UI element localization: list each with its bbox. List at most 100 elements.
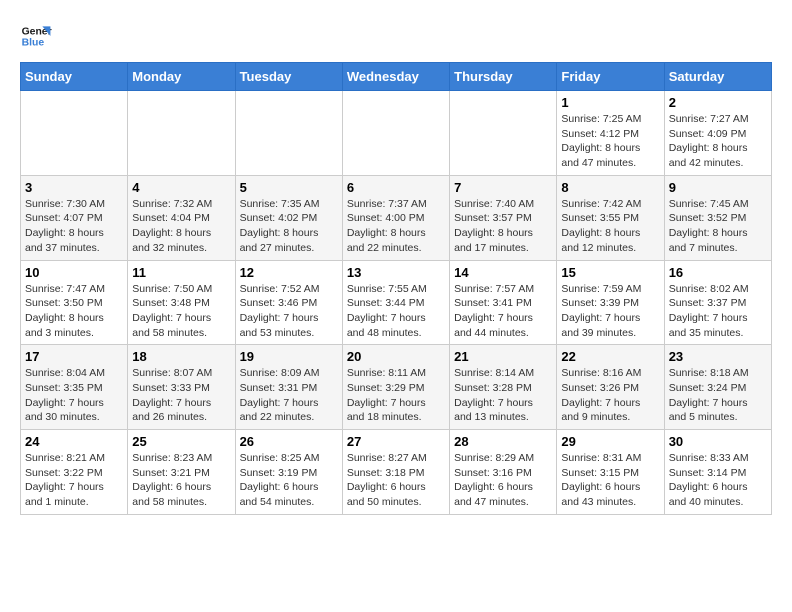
- calendar-table: SundayMondayTuesdayWednesdayThursdayFrid…: [20, 62, 772, 515]
- calendar-cell: 17 Sunrise: 8:04 AM Sunset: 3:35 PM Dayli…: [21, 345, 128, 430]
- day-number: 26: [240, 434, 338, 449]
- day-number: 15: [561, 265, 659, 280]
- day-number: 1: [561, 95, 659, 110]
- weekday-header-saturday: Saturday: [664, 63, 771, 91]
- calendar-cell: 14 Sunrise: 7:57 AM Sunset: 3:41 PM Dayli…: [450, 260, 557, 345]
- calendar-cell: 24 Sunrise: 8:21 AM Sunset: 3:22 PM Dayli…: [21, 430, 128, 515]
- weekday-header-sunday: Sunday: [21, 63, 128, 91]
- day-number: 9: [669, 180, 767, 195]
- calendar-cell: 18 Sunrise: 8:07 AM Sunset: 3:33 PM Dayli…: [128, 345, 235, 430]
- day-info: Sunrise: 8:16 AM Sunset: 3:26 PM Dayligh…: [561, 366, 659, 425]
- day-number: 27: [347, 434, 445, 449]
- calendar-cell: 11 Sunrise: 7:50 AM Sunset: 3:48 PM Dayli…: [128, 260, 235, 345]
- calendar-cell: 26 Sunrise: 8:25 AM Sunset: 3:19 PM Dayli…: [235, 430, 342, 515]
- logo: General Blue: [20, 20, 60, 52]
- calendar-cell: 16 Sunrise: 8:02 AM Sunset: 3:37 PM Dayli…: [664, 260, 771, 345]
- calendar-cell: 27Sunrise: 8:27 AM Sunset: 3:18 PM Dayli…: [342, 430, 449, 515]
- calendar-cell: [342, 91, 449, 176]
- calendar-cell: [235, 91, 342, 176]
- day-number: 12: [240, 265, 338, 280]
- day-info: Sunrise: 7:45 AM Sunset: 3:52 PM Dayligh…: [669, 197, 767, 256]
- day-info: Sunrise: 8:29 AM Sunset: 3:16 PM Dayligh…: [454, 451, 552, 510]
- day-number: 16: [669, 265, 767, 280]
- weekday-header-wednesday: Wednesday: [342, 63, 449, 91]
- day-info: Sunrise: 8:21 AM Sunset: 3:22 PM Dayligh…: [25, 451, 123, 510]
- calendar-cell: 2 Sunrise: 7:27 AM Sunset: 4:09 PM Daylig…: [664, 91, 771, 176]
- weekday-header-monday: Monday: [128, 63, 235, 91]
- day-info: Sunrise: 8:07 AM Sunset: 3:33 PM Dayligh…: [132, 366, 230, 425]
- calendar-cell: [450, 91, 557, 176]
- day-number: 21: [454, 349, 552, 364]
- day-number: 20: [347, 349, 445, 364]
- day-number: 8: [561, 180, 659, 195]
- day-info: Sunrise: 8:09 AM Sunset: 3:31 PM Dayligh…: [240, 366, 338, 425]
- day-info: Sunrise: 8:14 AM Sunset: 3:28 PM Dayligh…: [454, 366, 552, 425]
- calendar-cell: 7 Sunrise: 7:40 AM Sunset: 3:57 PM Daylig…: [450, 175, 557, 260]
- day-info: Sunrise: 7:40 AM Sunset: 3:57 PM Dayligh…: [454, 197, 552, 256]
- day-info: Sunrise: 7:59 AM Sunset: 3:39 PM Dayligh…: [561, 282, 659, 341]
- calendar-cell: 30 Sunrise: 8:33 AM Sunset: 3:14 PM Dayli…: [664, 430, 771, 515]
- calendar-header-row: SundayMondayTuesdayWednesdayThursdayFrid…: [21, 63, 772, 91]
- calendar-cell: 22 Sunrise: 8:16 AM Sunset: 3:26 PM Dayli…: [557, 345, 664, 430]
- day-info: Sunrise: 7:25 AM Sunset: 4:12 PM Dayligh…: [561, 112, 659, 171]
- day-info: Sunrise: 8:23 AM Sunset: 3:21 PM Dayligh…: [132, 451, 230, 510]
- day-number: 24: [25, 434, 123, 449]
- header: General Blue: [20, 20, 772, 52]
- day-info: Sunrise: 7:35 AM Sunset: 4:02 PM Dayligh…: [240, 197, 338, 256]
- svg-text:Blue: Blue: [22, 38, 45, 49]
- day-number: 2: [669, 95, 767, 110]
- day-info: Sunrise: 7:57 AM Sunset: 3:41 PM Dayligh…: [454, 282, 552, 341]
- day-number: 4: [132, 180, 230, 195]
- day-info: Sunrise: 8:02 AM Sunset: 3:37 PM Dayligh…: [669, 282, 767, 341]
- day-info: Sunrise: 7:47 AM Sunset: 3:50 PM Dayligh…: [25, 282, 123, 341]
- day-number: 23: [669, 349, 767, 364]
- day-number: 3: [25, 180, 123, 195]
- day-info: Sunrise: 7:30 AM Sunset: 4:07 PM Dayligh…: [25, 197, 123, 256]
- day-number: 10: [25, 265, 123, 280]
- calendar-week-5: 24 Sunrise: 8:21 AM Sunset: 3:22 PM Dayli…: [21, 430, 772, 515]
- calendar-cell: 21 Sunrise: 8:14 AM Sunset: 3:28 PM Dayli…: [450, 345, 557, 430]
- day-number: 19: [240, 349, 338, 364]
- day-number: 11: [132, 265, 230, 280]
- day-info: Sunrise: 7:52 AM Sunset: 3:46 PM Dayligh…: [240, 282, 338, 341]
- day-number: 7: [454, 180, 552, 195]
- day-info: Sunrise: 7:37 AM Sunset: 4:00 PM Dayligh…: [347, 197, 445, 256]
- calendar-cell: 3 Sunrise: 7:30 AM Sunset: 4:07 PM Daylig…: [21, 175, 128, 260]
- day-info: Sunrise: 7:50 AM Sunset: 3:48 PM Dayligh…: [132, 282, 230, 341]
- day-info: Sunrise: 8:31 AM Sunset: 3:15 PM Dayligh…: [561, 451, 659, 510]
- weekday-header-friday: Friday: [557, 63, 664, 91]
- day-number: 17: [25, 349, 123, 364]
- calendar-cell: 5 Sunrise: 7:35 AM Sunset: 4:02 PM Daylig…: [235, 175, 342, 260]
- day-info: Sunrise: 8:04 AM Sunset: 3:35 PM Dayligh…: [25, 366, 123, 425]
- calendar-cell: 19 Sunrise: 8:09 AM Sunset: 3:31 PM Dayli…: [235, 345, 342, 430]
- day-info: Sunrise: 8:11 AM Sunset: 3:29 PM Dayligh…: [347, 366, 445, 425]
- calendar-cell: 25 Sunrise: 8:23 AM Sunset: 3:21 PM Dayli…: [128, 430, 235, 515]
- day-number: 25: [132, 434, 230, 449]
- day-info: Sunrise: 8:18 AM Sunset: 3:24 PM Dayligh…: [669, 366, 767, 425]
- day-info: Sunrise: 7:55 AM Sunset: 3:44 PM Dayligh…: [347, 282, 445, 341]
- calendar-cell: [21, 91, 128, 176]
- day-info: Sunrise: 7:27 AM Sunset: 4:09 PM Dayligh…: [669, 112, 767, 171]
- day-info: Sunrise: 8:25 AM Sunset: 3:19 PM Dayligh…: [240, 451, 338, 510]
- calendar-cell: 6 Sunrise: 7:37 AM Sunset: 4:00 PM Daylig…: [342, 175, 449, 260]
- day-number: 13: [347, 265, 445, 280]
- calendar-cell: 8 Sunrise: 7:42 AM Sunset: 3:55 PM Daylig…: [557, 175, 664, 260]
- day-number: 18: [132, 349, 230, 364]
- day-number: 22: [561, 349, 659, 364]
- calendar-cell: 20 Sunrise: 8:11 AM Sunset: 3:29 PM Dayli…: [342, 345, 449, 430]
- day-number: 28: [454, 434, 552, 449]
- day-number: 6: [347, 180, 445, 195]
- calendar-cell: 29Sunrise: 8:31 AM Sunset: 3:15 PM Dayli…: [557, 430, 664, 515]
- calendar-cell: 23 Sunrise: 8:18 AM Sunset: 3:24 PM Dayli…: [664, 345, 771, 430]
- calendar-cell: 12 Sunrise: 7:52 AM Sunset: 3:46 PM Dayli…: [235, 260, 342, 345]
- calendar-week-2: 3 Sunrise: 7:30 AM Sunset: 4:07 PM Daylig…: [21, 175, 772, 260]
- calendar-cell: 4Sunrise: 7:32 AM Sunset: 4:04 PM Daylig…: [128, 175, 235, 260]
- calendar-cell: 28 Sunrise: 8:29 AM Sunset: 3:16 PM Dayli…: [450, 430, 557, 515]
- day-info: Sunrise: 8:33 AM Sunset: 3:14 PM Dayligh…: [669, 451, 767, 510]
- calendar-week-4: 17 Sunrise: 8:04 AM Sunset: 3:35 PM Dayli…: [21, 345, 772, 430]
- weekday-header-thursday: Thursday: [450, 63, 557, 91]
- day-info: Sunrise: 7:42 AM Sunset: 3:55 PM Dayligh…: [561, 197, 659, 256]
- day-number: 5: [240, 180, 338, 195]
- day-number: 30: [669, 434, 767, 449]
- day-number: 14: [454, 265, 552, 280]
